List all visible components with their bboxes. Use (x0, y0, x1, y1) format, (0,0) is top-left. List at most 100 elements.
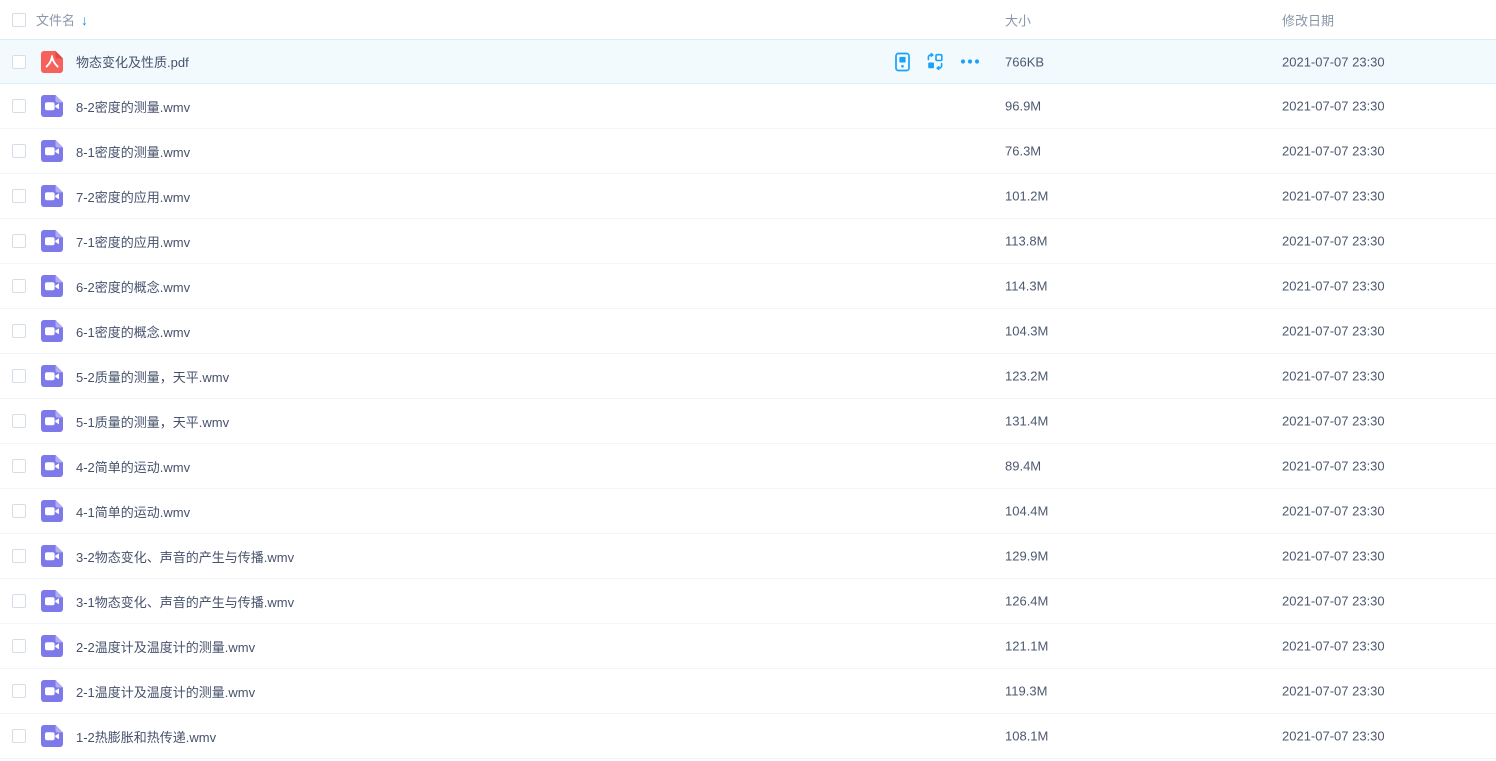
table-row[interactable]: 6-2密度的概念.wmv 114.3M 2021-07-07 23:30 (0, 264, 1496, 309)
transfer-icon (926, 53, 944, 71)
transfer-button[interactable] (926, 53, 944, 71)
file-size: 129.9M (1005, 549, 1048, 564)
video-file-icon (41, 185, 63, 207)
table-row[interactable]: 7-2密度的应用.wmv 101.2M 2021-07-07 23:30 (0, 174, 1496, 219)
file-type-icon (41, 365, 63, 387)
file-name-link[interactable]: 物态变化及性质.pdf (76, 52, 189, 71)
file-name-link[interactable]: 5-2质量的测量，天平.wmv (76, 367, 229, 386)
table-row[interactable]: 8-1密度的测量.wmv 76.3M 2021-07-07 23:30 (0, 129, 1496, 174)
table-row[interactable]: 3-1物态变化、声音的产生与传播.wmv 126.4M 2021-07-07 2… (0, 579, 1496, 624)
file-name-link[interactable]: 5-1质量的测量，天平.wmv (76, 412, 229, 431)
column-header-size[interactable]: 大小 (1005, 10, 1031, 29)
send-to-device-button[interactable] (895, 52, 910, 71)
row-checkbox[interactable] (12, 55, 26, 69)
row-checkbox[interactable] (12, 639, 26, 653)
row-checkbox[interactable] (12, 99, 26, 113)
file-name-link[interactable]: 6-2密度的概念.wmv (76, 277, 190, 296)
row-checkbox[interactable] (12, 594, 26, 608)
video-file-icon (41, 95, 63, 117)
file-name-link[interactable]: 8-1密度的测量.wmv (76, 142, 190, 161)
file-type-icon (41, 725, 63, 747)
device-icon (895, 52, 910, 71)
table-row[interactable]: 7-1密度的应用.wmv 113.8M 2021-07-07 23:30 (0, 219, 1496, 264)
file-type-icon (41, 455, 63, 477)
sort-descending-icon[interactable]: ↓ (81, 12, 88, 28)
file-name-link[interactable]: 2-1温度计及温度计的测量.wmv (76, 682, 255, 701)
file-size: 76.3M (1005, 144, 1041, 159)
file-size: 119.3M (1005, 684, 1047, 699)
file-date: 2021-07-07 23:30 (1282, 189, 1385, 204)
file-size: 131.4M (1005, 414, 1048, 429)
file-name-link[interactable]: 1-2热膨胀和热传递.wmv (76, 727, 216, 746)
file-name-link[interactable]: 2-2温度计及温度计的测量.wmv (76, 637, 255, 656)
file-type-icon (41, 275, 63, 297)
video-file-icon (41, 590, 63, 612)
video-file-icon (41, 455, 63, 477)
column-header-date[interactable]: 修改日期 (1282, 10, 1334, 29)
table-row[interactable]: 4-1简单的运动.wmv 104.4M 2021-07-07 23:30 (0, 489, 1496, 534)
file-type-icon (41, 500, 63, 522)
file-name-link[interactable]: 3-2物态变化、声音的产生与传播.wmv (76, 547, 294, 566)
table-header-row: 文件名 ↓ 大小 修改日期 (0, 0, 1496, 40)
row-checkbox[interactable] (12, 459, 26, 473)
file-date: 2021-07-07 23:30 (1282, 324, 1385, 339)
row-checkbox[interactable] (12, 234, 26, 248)
table-row[interactable]: 2-2温度计及温度计的测量.wmv 121.1M 2021-07-07 23:3… (0, 624, 1496, 669)
file-name-link[interactable]: 7-2密度的应用.wmv (76, 187, 190, 206)
file-name-link[interactable]: 3-1物态变化、声音的产生与传播.wmv (76, 592, 294, 611)
file-name-link[interactable]: 4-1简单的运动.wmv (76, 502, 190, 521)
file-date: 2021-07-07 23:30 (1282, 279, 1385, 294)
file-type-icon (41, 95, 63, 117)
file-date: 2021-07-07 23:30 (1282, 234, 1385, 249)
file-size: 96.9M (1005, 99, 1041, 114)
file-size: 123.2M (1005, 369, 1048, 384)
table-row[interactable]: 2-1温度计及温度计的测量.wmv 119.3M 2021-07-07 23:3… (0, 669, 1496, 714)
more-options-button[interactable] (960, 59, 980, 65)
row-checkbox[interactable] (12, 369, 26, 383)
table-row[interactable]: 5-1质量的测量，天平.wmv 131.4M 2021-07-07 23:30 (0, 399, 1496, 444)
file-date: 2021-07-07 23:30 (1282, 504, 1385, 519)
row-checkbox[interactable] (12, 144, 26, 158)
file-type-icon (41, 320, 63, 342)
file-size: 108.1M (1005, 729, 1048, 744)
table-row[interactable]: 8-2密度的测量.wmv 96.9M 2021-07-07 23:30 (0, 84, 1496, 129)
row-checkbox[interactable] (12, 504, 26, 518)
file-type-icon (41, 545, 63, 567)
file-size: 104.3M (1005, 324, 1048, 339)
video-file-icon (41, 320, 63, 342)
row-checkbox[interactable] (12, 414, 26, 428)
file-name-link[interactable]: 8-2密度的测量.wmv (76, 97, 190, 116)
file-date: 2021-07-07 23:30 (1282, 369, 1385, 384)
video-file-icon (41, 365, 63, 387)
file-name-link[interactable]: 4-2简单的运动.wmv (76, 457, 190, 476)
pdf-file-icon (41, 51, 63, 73)
file-date: 2021-07-07 23:30 (1282, 639, 1385, 654)
video-file-icon (41, 275, 63, 297)
table-row[interactable]: 物态变化及性质.pdf (0, 39, 1496, 84)
file-name-link[interactable]: 7-1密度的应用.wmv (76, 232, 190, 251)
file-size: 89.4M (1005, 459, 1041, 474)
file-size: 114.3M (1005, 279, 1047, 294)
file-date: 2021-07-07 23:30 (1282, 414, 1385, 429)
file-type-icon (41, 51, 63, 73)
row-checkbox[interactable] (12, 279, 26, 293)
video-file-icon (41, 545, 63, 567)
video-file-icon (41, 410, 63, 432)
table-row[interactable]: 3-2物态变化、声音的产生与传播.wmv 129.9M 2021-07-07 2… (0, 534, 1496, 579)
column-header-filename[interactable]: 文件名 (36, 10, 75, 29)
row-checkbox[interactable] (12, 729, 26, 743)
video-file-icon (41, 230, 63, 252)
row-checkbox[interactable] (12, 549, 26, 563)
file-list-table: 文件名 ↓ 大小 修改日期 物态变化及性质.pdf (0, 0, 1496, 759)
table-row[interactable]: 5-2质量的测量，天平.wmv 123.2M 2021-07-07 23:30 (0, 354, 1496, 399)
row-checkbox[interactable] (12, 684, 26, 698)
row-checkbox[interactable] (12, 324, 26, 338)
select-all-checkbox[interactable] (12, 13, 26, 27)
table-row[interactable]: 1-2热膨胀和热传递.wmv 108.1M 2021-07-07 23:30 (0, 714, 1496, 759)
table-row[interactable]: 4-2简单的运动.wmv 89.4M 2021-07-07 23:30 (0, 444, 1496, 489)
file-name-link[interactable]: 6-1密度的概念.wmv (76, 322, 190, 341)
file-rows-container: 物态变化及性质.pdf (0, 39, 1496, 759)
file-type-icon (41, 635, 63, 657)
row-checkbox[interactable] (12, 189, 26, 203)
table-row[interactable]: 6-1密度的概念.wmv 104.3M 2021-07-07 23:30 (0, 309, 1496, 354)
